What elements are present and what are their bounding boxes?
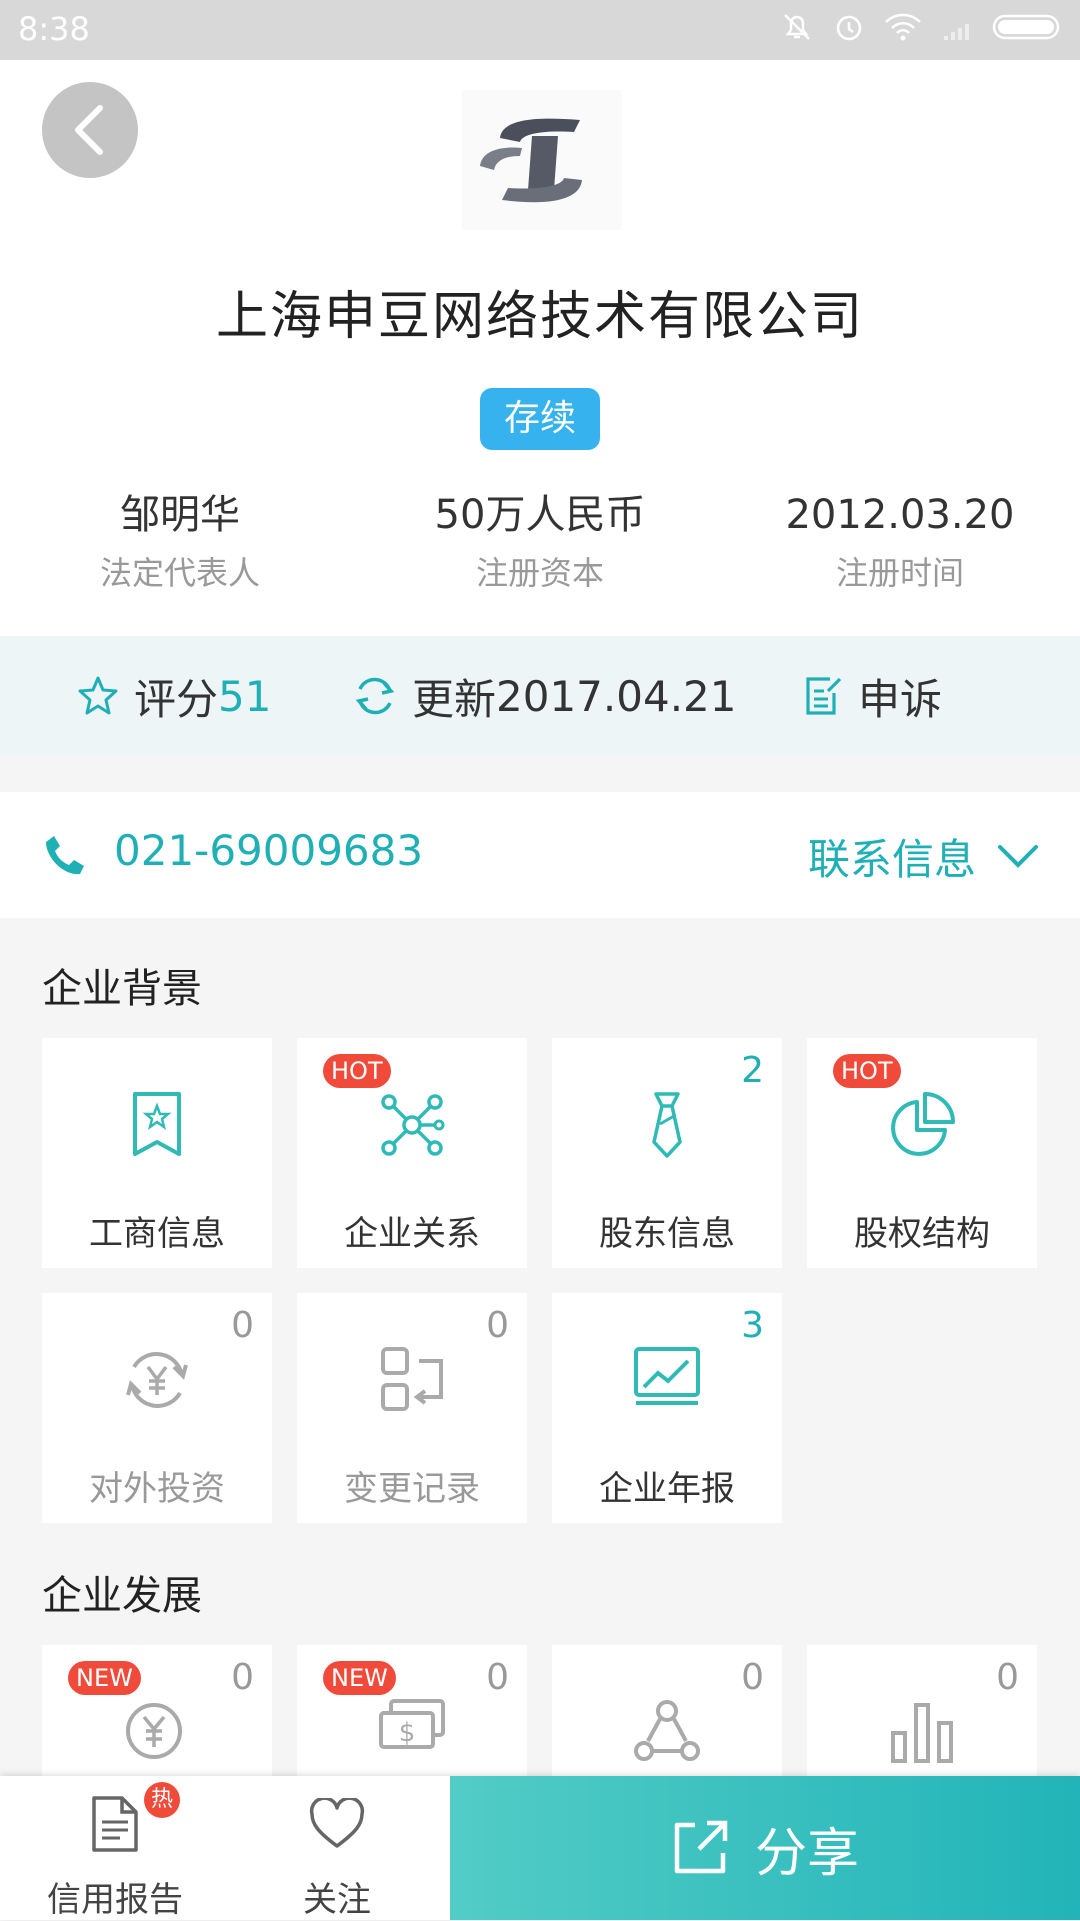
hot-badge: HOT [833, 1054, 901, 1088]
update-value: 2017.04.21 [496, 671, 737, 721]
company-header: 上海申豆网络技术有限公司 存续 邹明华 法定代表人 50万人民币 注册资本 20… [0, 60, 1080, 636]
tile-count: 0 [231, 1657, 254, 1698]
tile-label: 企业关系 [344, 1214, 480, 1254]
tile-shareholder-info[interactable]: 2 股东信息 [552, 1038, 782, 1268]
tie-icon [652, 1092, 682, 1158]
contact-bar: 021-69009683 联系信息 [0, 792, 1080, 918]
tile-count: 0 [741, 1657, 764, 1698]
tile-change-record[interactable]: 0 变更记录 [297, 1293, 527, 1523]
credit-report-button[interactable]: 热 信用报告 [20, 1776, 210, 1920]
tile-outbound-investment[interactable]: 0 对外投资 [42, 1293, 272, 1523]
legal-rep-value: 邹明华 [120, 492, 240, 538]
reg-date-value: 2012.03.20 [785, 492, 1015, 538]
reg-date-label: 注册时间 [835, 554, 964, 592]
star-icon [78, 676, 118, 715]
group-icon [634, 1700, 700, 1761]
share-icon [674, 1820, 728, 1874]
share-label: 分享 [754, 1823, 859, 1884]
update-label: 更新 [412, 674, 497, 724]
report-document-icon [92, 1796, 138, 1852]
new-badge: NEW [68, 1661, 141, 1695]
status-bar: 8:38 [0, 0, 1080, 60]
change-record-icon [381, 1347, 443, 1411]
update-item[interactable]: 更新 2017.04.21 [352, 636, 737, 756]
status-icons [780, 10, 1064, 44]
score-label: 评分 [134, 674, 219, 724]
follow-button[interactable]: 关注 [242, 1776, 432, 1920]
tile-enterprise-relations[interactable]: HOT 企业关系 [297, 1038, 527, 1268]
score-item[interactable]: 评分 51 [76, 636, 271, 756]
line-chart-icon [634, 1347, 700, 1405]
tile-business-info[interactable]: 工商信息 [42, 1038, 272, 1268]
dollar-bill-icon: $ [379, 1699, 445, 1749]
refresh-icon [355, 677, 395, 715]
phone-icon [46, 836, 84, 875]
tile-count: 0 [996, 1657, 1019, 1698]
appeal-label: 申诉 [858, 674, 943, 724]
capital-label: 注册资本 [475, 554, 604, 592]
svg-text:$: $ [399, 1718, 416, 1748]
appeal-item[interactable]: 申诉 [800, 636, 942, 756]
battery-icon [992, 14, 1060, 40]
alarm-icon [836, 15, 862, 41]
wifi-icon [885, 13, 921, 41]
back-arrow-icon [75, 105, 103, 155]
tile-label: 股权结构 [854, 1214, 990, 1254]
signal-icon [944, 24, 969, 40]
contact-info-toggle[interactable]: 联系信息 [808, 826, 1040, 887]
company-facts: 邹明华 法定代表人 50万人民币 注册资本 2012.03.20 注册时间 [0, 490, 1080, 594]
bar-chart-icon [891, 1703, 953, 1763]
pie-chart-icon [891, 1092, 955, 1156]
yen-cycle-icon [126, 1352, 188, 1408]
fact-legal-rep[interactable]: 邹明华 法定代表人 [0, 490, 360, 594]
bookmark-star-icon [133, 1092, 181, 1156]
tile-count: 0 [486, 1657, 509, 1698]
tile-annual-report[interactable]: 3 企业年报 [552, 1293, 782, 1523]
hot-badge: HOT [323, 1054, 391, 1088]
section-title-background: 企业背景 [42, 966, 202, 1012]
tile-count: 0 [231, 1305, 254, 1346]
fact-reg-date: 2012.03.20 注册时间 [720, 490, 1080, 594]
capital-value: 50万人民币 [434, 492, 646, 538]
edit-note-icon [806, 677, 842, 715]
tile-label: 变更记录 [344, 1469, 480, 1509]
heart-icon [309, 1798, 365, 1848]
back-button[interactable] [42, 82, 138, 178]
share-button[interactable]: 分享 [450, 1776, 1080, 1920]
status-time: 8:38 [18, 10, 90, 48]
phone-number[interactable]: 021-69009683 [114, 826, 423, 875]
tile-count: 2 [741, 1050, 764, 1091]
section-title-development: 企业发展 [42, 1573, 202, 1619]
meta-bar: 评分 51 更新 2017.04.21 申诉 [0, 636, 1080, 756]
network-icon [381, 1094, 445, 1156]
yen-growth-icon [126, 1703, 182, 1759]
credit-report-label: 信用报告 [47, 1880, 183, 1920]
hot-badge: 热 [144, 1782, 180, 1818]
tile-label: 企业年报 [599, 1469, 735, 1509]
tile-count: 3 [741, 1305, 764, 1346]
chevron-down-icon [998, 844, 1038, 868]
status-badge: 存续 [480, 388, 600, 450]
company-logo [462, 90, 622, 230]
tile-count: 0 [486, 1305, 509, 1346]
contact-info-label: 联系信息 [807, 835, 976, 884]
fact-capital: 50万人民币 注册资本 [360, 490, 720, 594]
mute-icon [784, 14, 810, 40]
score-value: 51 [218, 671, 272, 721]
company-name: 上海申豆网络技术有限公司 [215, 287, 864, 347]
follow-label: 关注 [303, 1880, 371, 1920]
new-badge: NEW [323, 1661, 396, 1695]
tile-equity-structure[interactable]: HOT 股权结构 [807, 1038, 1037, 1268]
tile-label: 对外投资 [89, 1469, 225, 1509]
tile-label: 工商信息 [89, 1214, 225, 1254]
tile-label: 股东信息 [599, 1214, 735, 1254]
legal-rep-label: 法定代表人 [99, 554, 260, 592]
